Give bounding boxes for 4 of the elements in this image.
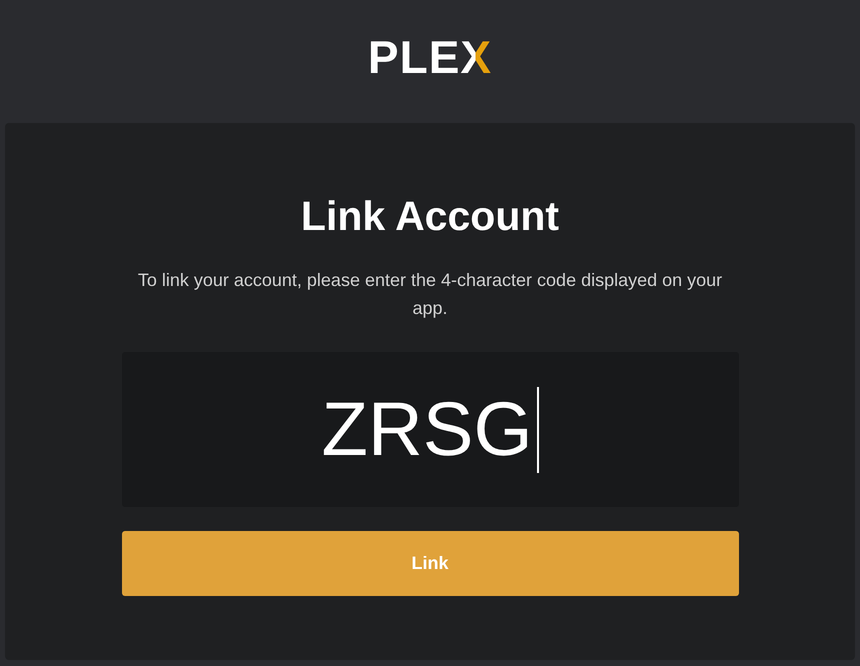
page-title: Link Account [300, 193, 560, 240]
instruction-text: To link your account, please enter the 4-character code displayed on your app. [136, 269, 724, 320]
logo: PLEX [368, 30, 492, 84]
code-field[interactable]: ZRSG [122, 352, 738, 507]
